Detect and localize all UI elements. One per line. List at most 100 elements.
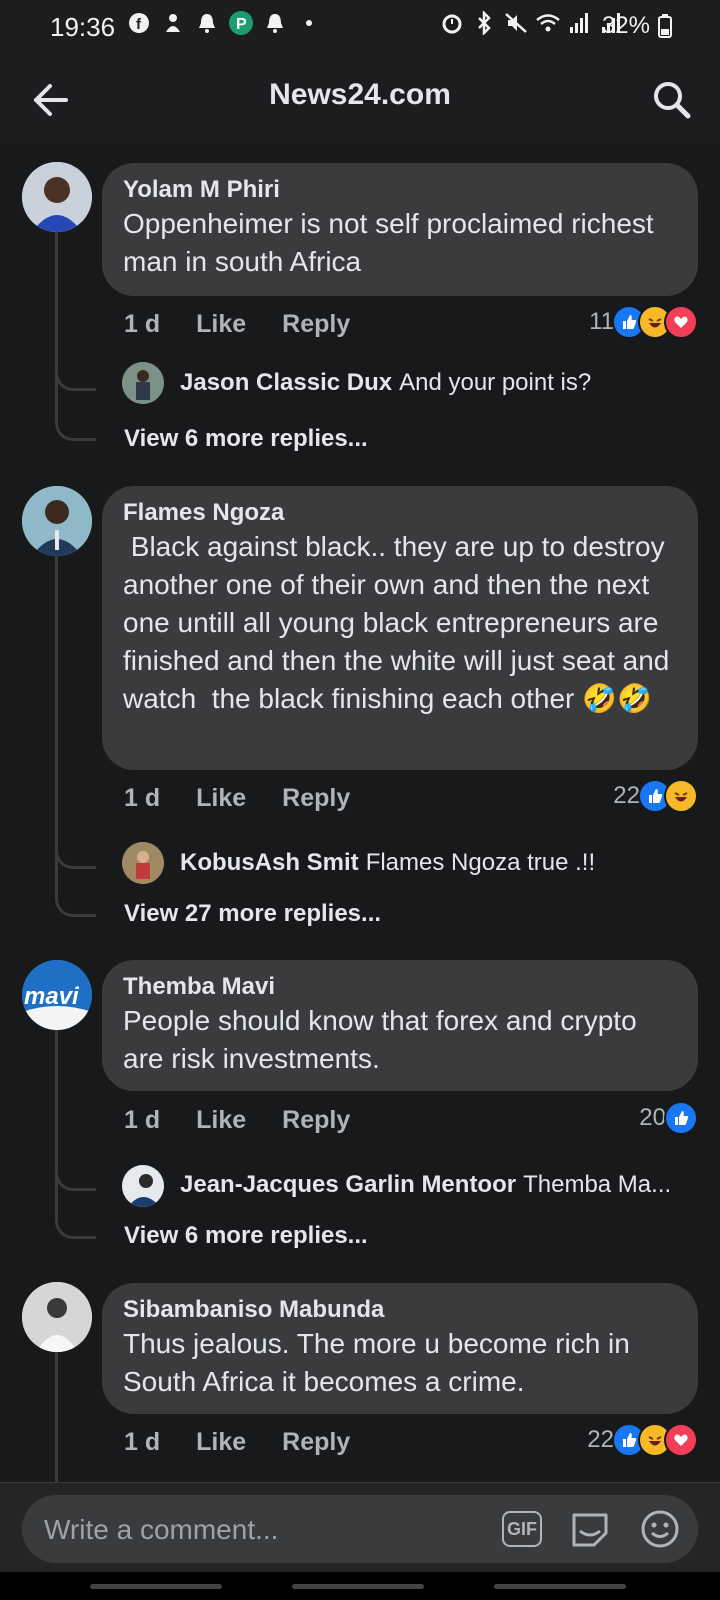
avatar[interactable]: mavi xyxy=(22,960,92,1030)
comment-author[interactable]: Yolam M Phiri xyxy=(123,175,678,205)
bell-icon xyxy=(262,10,288,36)
reply-author[interactable]: Jason Classic Dux xyxy=(180,369,392,397)
reply-button[interactable]: Reply xyxy=(282,1106,350,1135)
comment-time: 1 d xyxy=(124,309,161,338)
battery-level: 32% xyxy=(601,12,650,39)
like-button[interactable]: Like xyxy=(196,310,246,339)
haha-reaction-icon xyxy=(664,779,698,813)
view-more-replies[interactable]: View 6 more replies... xyxy=(124,425,368,453)
comment-time: 1 d xyxy=(124,783,161,812)
reply-text: Themba Ma... xyxy=(523,1171,672,1198)
comment-time: 1 d xyxy=(124,1105,161,1134)
avatar[interactable] xyxy=(22,1282,92,1352)
comment-time: 1 d xyxy=(124,1427,161,1456)
system-navigation-bar xyxy=(0,1572,720,1600)
thread-connector xyxy=(55,830,96,869)
reaction-summary[interactable]: 22 xyxy=(587,1422,698,1458)
page-title: News24.com xyxy=(269,78,451,111)
reaction-summary[interactable]: 20 xyxy=(639,1100,698,1136)
system-icons xyxy=(439,10,625,36)
reply-author[interactable]: Jean-Jacques Garlin Mentoor xyxy=(180,1171,516,1199)
dot-icon xyxy=(296,10,322,36)
comment-actions: 1 d Like Reply xyxy=(124,778,386,818)
app-header: News24.com xyxy=(0,52,720,144)
svg-text:mavi: mavi xyxy=(24,983,80,1010)
comment-composer[interactable]: GIF xyxy=(22,1495,698,1563)
comment-bubble[interactable]: Flames Ngoza Black against black.. they … xyxy=(102,486,698,770)
comment-composer-bar: GIF xyxy=(0,1482,720,1573)
comment-author[interactable]: Sibambaniso Mabunda xyxy=(123,1295,678,1325)
thread-connector xyxy=(55,876,96,917)
reply-text: Flames Ngoza true .!! xyxy=(365,849,596,876)
avatar[interactable] xyxy=(22,486,92,556)
avatar[interactable] xyxy=(22,162,92,232)
comment-author[interactable]: Flames Ngoza xyxy=(123,498,678,528)
mute-icon xyxy=(503,10,529,36)
comment-actions: 1 d Like Reply xyxy=(124,1100,386,1140)
like-reaction-icon xyxy=(664,1101,698,1135)
gif-button[interactable]: GIF xyxy=(502,1511,542,1547)
comment-bubble[interactable]: Themba Mavi People should know that fore… xyxy=(102,960,698,1091)
notification-icons: f P xyxy=(126,10,322,36)
thread-line xyxy=(55,548,58,878)
app-p-icon: P xyxy=(228,10,254,36)
status-time: 19:36 xyxy=(50,12,116,42)
thread-connector xyxy=(55,1152,96,1191)
comment-text: Thus jealous. The more u become rich in … xyxy=(123,1328,638,1397)
reply-button[interactable]: Reply xyxy=(282,784,350,813)
thread-connector xyxy=(55,400,96,441)
comment-text: Black against black.. they are up to des… xyxy=(123,531,678,714)
nav-back-button[interactable] xyxy=(494,1584,626,1589)
view-more-replies[interactable]: View 27 more replies... xyxy=(124,900,381,928)
like-button[interactable]: Like xyxy=(196,784,246,813)
reply-author[interactable]: KobusAsh Smit xyxy=(180,849,359,877)
reaction-count: 22 xyxy=(587,1426,614,1453)
reply-avatar[interactable] xyxy=(122,1165,164,1207)
comment-text: People should know that forex and crypto… xyxy=(123,1005,645,1074)
reply-avatar[interactable] xyxy=(122,362,164,404)
reply-button[interactable]: Reply xyxy=(282,310,350,339)
reply-button[interactable]: Reply xyxy=(282,1428,350,1457)
comment-actions: 1 d Like Reply xyxy=(124,1422,386,1462)
reaction-count: 20 xyxy=(639,1104,666,1131)
comment-bubble[interactable]: Sibambaniso Mabunda Thus jealous. The mo… xyxy=(102,1283,698,1414)
comment-actions: 1 d Like Reply xyxy=(124,304,386,344)
alarm-icon xyxy=(439,10,465,36)
reply-preview[interactable]: Jean-Jacques Garlin Mentoor Themba Ma... xyxy=(180,1167,671,1203)
search-icon[interactable] xyxy=(648,76,696,124)
thread-line xyxy=(55,1348,58,1482)
comment-bubble[interactable]: Yolam M Phiri Oppenheimer is not self pr… xyxy=(102,163,698,296)
signal-icon xyxy=(567,10,593,36)
nav-recents-button[interactable] xyxy=(90,1584,222,1589)
reaction-summary[interactable]: 11 xyxy=(589,304,698,340)
thread-line xyxy=(55,232,58,412)
bluetooth-icon xyxy=(471,10,497,36)
view-more-replies[interactable]: View 6 more replies... xyxy=(124,1222,368,1250)
reaction-count: 11 xyxy=(589,308,614,335)
svg-text:P: P xyxy=(236,16,247,33)
love-reaction-icon xyxy=(664,1423,698,1457)
comment-author[interactable]: Themba Mavi xyxy=(123,972,678,1002)
reaction-count: 22 xyxy=(613,782,640,809)
comment-input[interactable] xyxy=(42,1507,486,1553)
wifi-icon xyxy=(535,10,561,36)
status-bar: 19:36 f P 32% xyxy=(0,0,720,52)
app-notification-icon xyxy=(160,10,186,36)
thread-connector xyxy=(55,1198,96,1239)
reply-preview[interactable]: KobusAsh Smit Flames Ngoza true .!! xyxy=(180,845,595,881)
emoji-icon[interactable] xyxy=(640,1509,680,1549)
like-button[interactable]: Like xyxy=(196,1106,246,1135)
bell-icon xyxy=(194,10,220,36)
like-button[interactable]: Like xyxy=(196,1428,246,1457)
battery-icon xyxy=(658,14,672,43)
reply-text: And your point is? xyxy=(399,369,592,396)
reply-preview[interactable]: Jason Classic Dux And your point is? xyxy=(180,365,591,401)
thread-connector xyxy=(55,352,96,391)
sticker-icon[interactable] xyxy=(570,1509,610,1549)
love-reaction-icon xyxy=(664,305,698,339)
nav-home-button[interactable] xyxy=(292,1584,424,1589)
facebook-icon: f xyxy=(126,10,152,36)
reaction-summary[interactable]: 22 xyxy=(613,778,698,814)
reply-avatar[interactable] xyxy=(122,842,164,884)
comment-text: Oppenheimer is not self proclaimed riche… xyxy=(123,208,662,277)
